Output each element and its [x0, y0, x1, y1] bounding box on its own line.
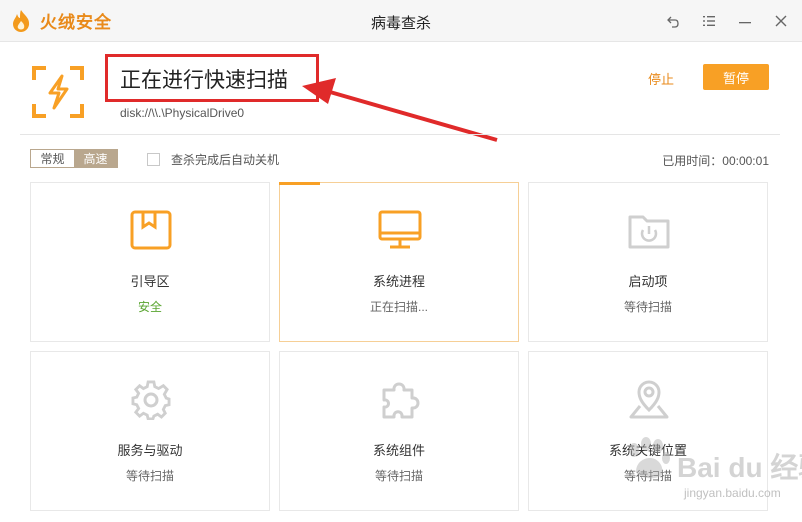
title-bar: 火绒安全 病毒查杀: [0, 0, 802, 42]
tile-status: 等待扫描: [623, 300, 672, 314]
tile-name: 服务与驱动: [117, 443, 183, 458]
mode-normal-option[interactable]: 常规: [31, 150, 74, 167]
auto-shutdown-label: 查杀完成后自动关机: [171, 153, 280, 167]
mode-fast-option[interactable]: 高速: [74, 150, 117, 167]
tile-status: 安全: [137, 300, 162, 314]
tile-startup-items: 启动项 等待扫描: [528, 182, 768, 342]
monitor-icon: [378, 210, 422, 249]
disk-path: disk://\\.\PhysicalDrive0: [120, 106, 245, 120]
watermark-url: jingyan.baidu.com: [684, 486, 781, 500]
tile-status: 等待扫描: [125, 469, 174, 483]
paw-watermark-icon: [629, 437, 670, 479]
tile-status: 等待扫描: [374, 469, 423, 483]
close-button[interactable]: [770, 10, 792, 32]
close-icon: [775, 15, 787, 27]
auto-shutdown-checkbox[interactable]: [147, 153, 160, 166]
tile-services-drivers: 服务与驱动 等待扫描: [30, 351, 270, 511]
stop-button[interactable]: 停止: [648, 69, 674, 88]
tile-system-process: 系统进程 正在扫描...: [279, 182, 519, 342]
tile-boot-sector: 引导区 安全: [30, 182, 270, 342]
menu-button[interactable]: [698, 10, 720, 32]
divider: [20, 134, 780, 135]
scan-mode-toggle: 常规 高速: [30, 149, 118, 168]
tile-name: 系统组件: [372, 443, 425, 458]
quick-scan-icon: [32, 66, 84, 118]
back-icon: [667, 16, 679, 28]
pause-button[interactable]: 暂停: [703, 64, 769, 90]
tile-name: 引导区: [130, 274, 170, 289]
tile-name: 启动项: [628, 274, 668, 289]
menu-list-icon: [703, 16, 715, 26]
boot-sector-icon: [130, 210, 172, 250]
auto-shutdown-option[interactable]: 查杀完成后自动关机: [147, 151, 279, 168]
elapsed-time: 已用时间：00:00:01: [662, 154, 769, 168]
tile-name: 系统进程: [372, 274, 425, 289]
minimize-icon: [739, 22, 751, 24]
minimize-button[interactable]: [734, 10, 756, 32]
baidu-watermark: Bai du 经验 jingyan.baidu.com: [622, 436, 802, 500]
location-pin-icon: [629, 380, 669, 419]
back-button[interactable]: [662, 10, 684, 32]
watermark-text: Bai du 经验: [677, 452, 802, 483]
gear-icon: [131, 380, 171, 420]
scan-status-title: 正在进行快速扫描: [120, 69, 288, 92]
puzzle-icon: [382, 382, 420, 419]
tile-system-components: 系统组件 等待扫描: [279, 351, 519, 511]
tile-status: 正在扫描...: [369, 300, 428, 314]
startup-folder-icon: [628, 215, 670, 249]
